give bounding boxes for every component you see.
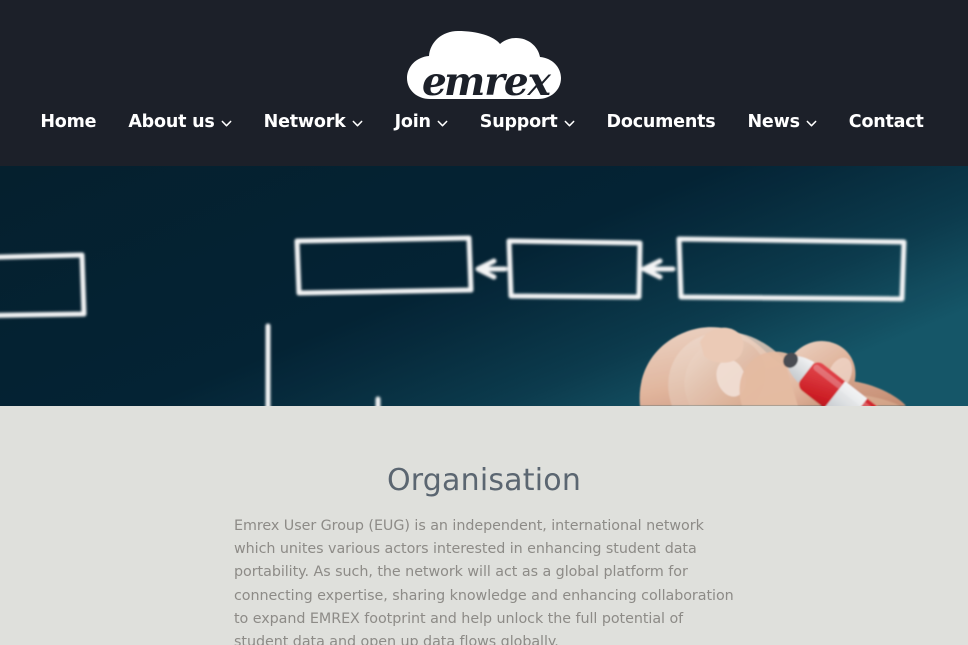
nav-item-about-us[interactable]: About us	[112, 110, 247, 136]
nav-item-documents[interactable]: Documents	[591, 110, 732, 136]
nav-item-network[interactable]: Network	[248, 110, 379, 136]
svg-text:mrex: mrex	[444, 59, 552, 105]
hero-flowchart-illustration	[0, 166, 968, 406]
organisation-description: Emrex User Group (EUG) is an independent…	[234, 518, 734, 645]
main-navigation: Home About us Network Join Support Documents N…	[0, 110, 968, 136]
nav-item-contact[interactable]: Contact	[833, 110, 940, 136]
nav-item-label: Documents	[606, 112, 716, 132]
site-logo[interactable]: mrex e	[384, 14, 584, 112]
organisation-section: Organisation Emrex User Group (EUG) is a…	[0, 406, 968, 645]
site-header: mrex e Home About us Network Join Support Doc…	[0, 0, 968, 166]
nav-item-home[interactable]: Home	[28, 110, 112, 136]
nav-item-support[interactable]: Support	[464, 110, 591, 136]
chevron-down-icon[interactable]	[806, 118, 817, 129]
nav-item-news[interactable]: News	[731, 110, 832, 136]
cloud-logo-icon: mrex e	[400, 17, 568, 109]
nav-item-label: Home	[40, 112, 97, 132]
chevron-down-icon[interactable]	[221, 118, 232, 129]
page-title: Organisation	[386, 463, 582, 498]
chevron-down-icon[interactable]	[564, 118, 575, 129]
svg-text:e: e	[422, 59, 447, 105]
nav-item-label: About us	[128, 112, 215, 132]
chevron-down-icon[interactable]	[437, 118, 448, 129]
chevron-down-icon[interactable]	[352, 118, 363, 129]
hero-banner	[0, 166, 968, 406]
nav-item-label: Contact	[848, 112, 924, 132]
nav-item-label: Support	[479, 112, 558, 132]
nav-item-join[interactable]: Join	[379, 110, 464, 136]
nav-item-label: Network	[263, 112, 346, 132]
nav-item-label: News	[747, 112, 800, 132]
nav-item-label: Join	[394, 112, 431, 132]
